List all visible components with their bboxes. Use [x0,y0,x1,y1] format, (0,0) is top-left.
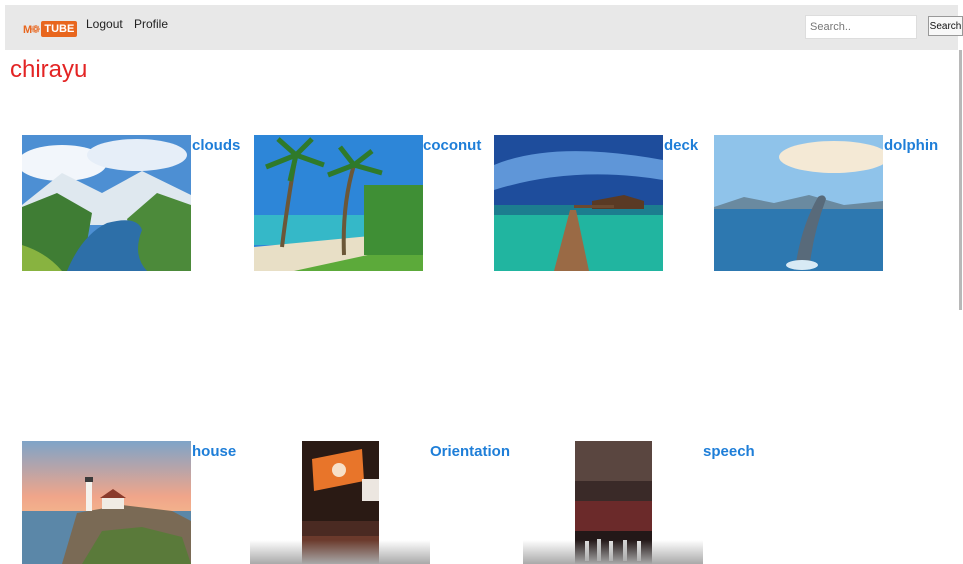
video-title-house[interactable]: house [192,443,236,460]
video-controls-fade [523,540,703,564]
video-thumbnail-house[interactable] [22,441,191,564]
video-thumbnail-dolphin[interactable] [714,135,883,271]
video-thumbnail-clouds[interactable] [22,135,191,271]
video-controls-fade [250,540,430,564]
video-title-dolphin[interactable]: dolphin [884,137,938,154]
site-logo[interactable]: M❁ TUBE [23,20,78,38]
logout-link[interactable]: Logout [86,17,123,31]
video-thumbnail-coconut[interactable] [254,135,423,271]
navbar: M❁ TUBE Logout Profile Search [5,5,963,50]
ocean-pier-image [494,135,663,271]
video-title-clouds[interactable]: clouds [192,137,240,154]
logo-text: TUBE [41,21,78,37]
video-title-deck[interactable]: deck [664,137,698,154]
lighthouse-image [22,441,191,564]
video-player-orientation[interactable] [250,441,430,564]
profile-link[interactable]: Profile [134,17,168,31]
video-title-orientation[interactable]: Orientation [430,443,510,460]
channel-username: chirayu [10,56,88,83]
page-scrollbar[interactable] [959,50,962,310]
video-title-speech[interactable]: speech [703,443,755,460]
fjord-landscape-image [22,135,191,271]
search-button[interactable]: Search [928,16,963,36]
video-title-coconut[interactable]: coconut [423,137,481,154]
logo-mark-icon: M❁ [23,23,40,36]
palm-beach-image [254,135,423,271]
search-input[interactable] [805,15,917,39]
video-thumbnail-deck[interactable] [494,135,663,271]
video-player-speech[interactable] [523,441,703,564]
dolphin-image [714,135,883,271]
